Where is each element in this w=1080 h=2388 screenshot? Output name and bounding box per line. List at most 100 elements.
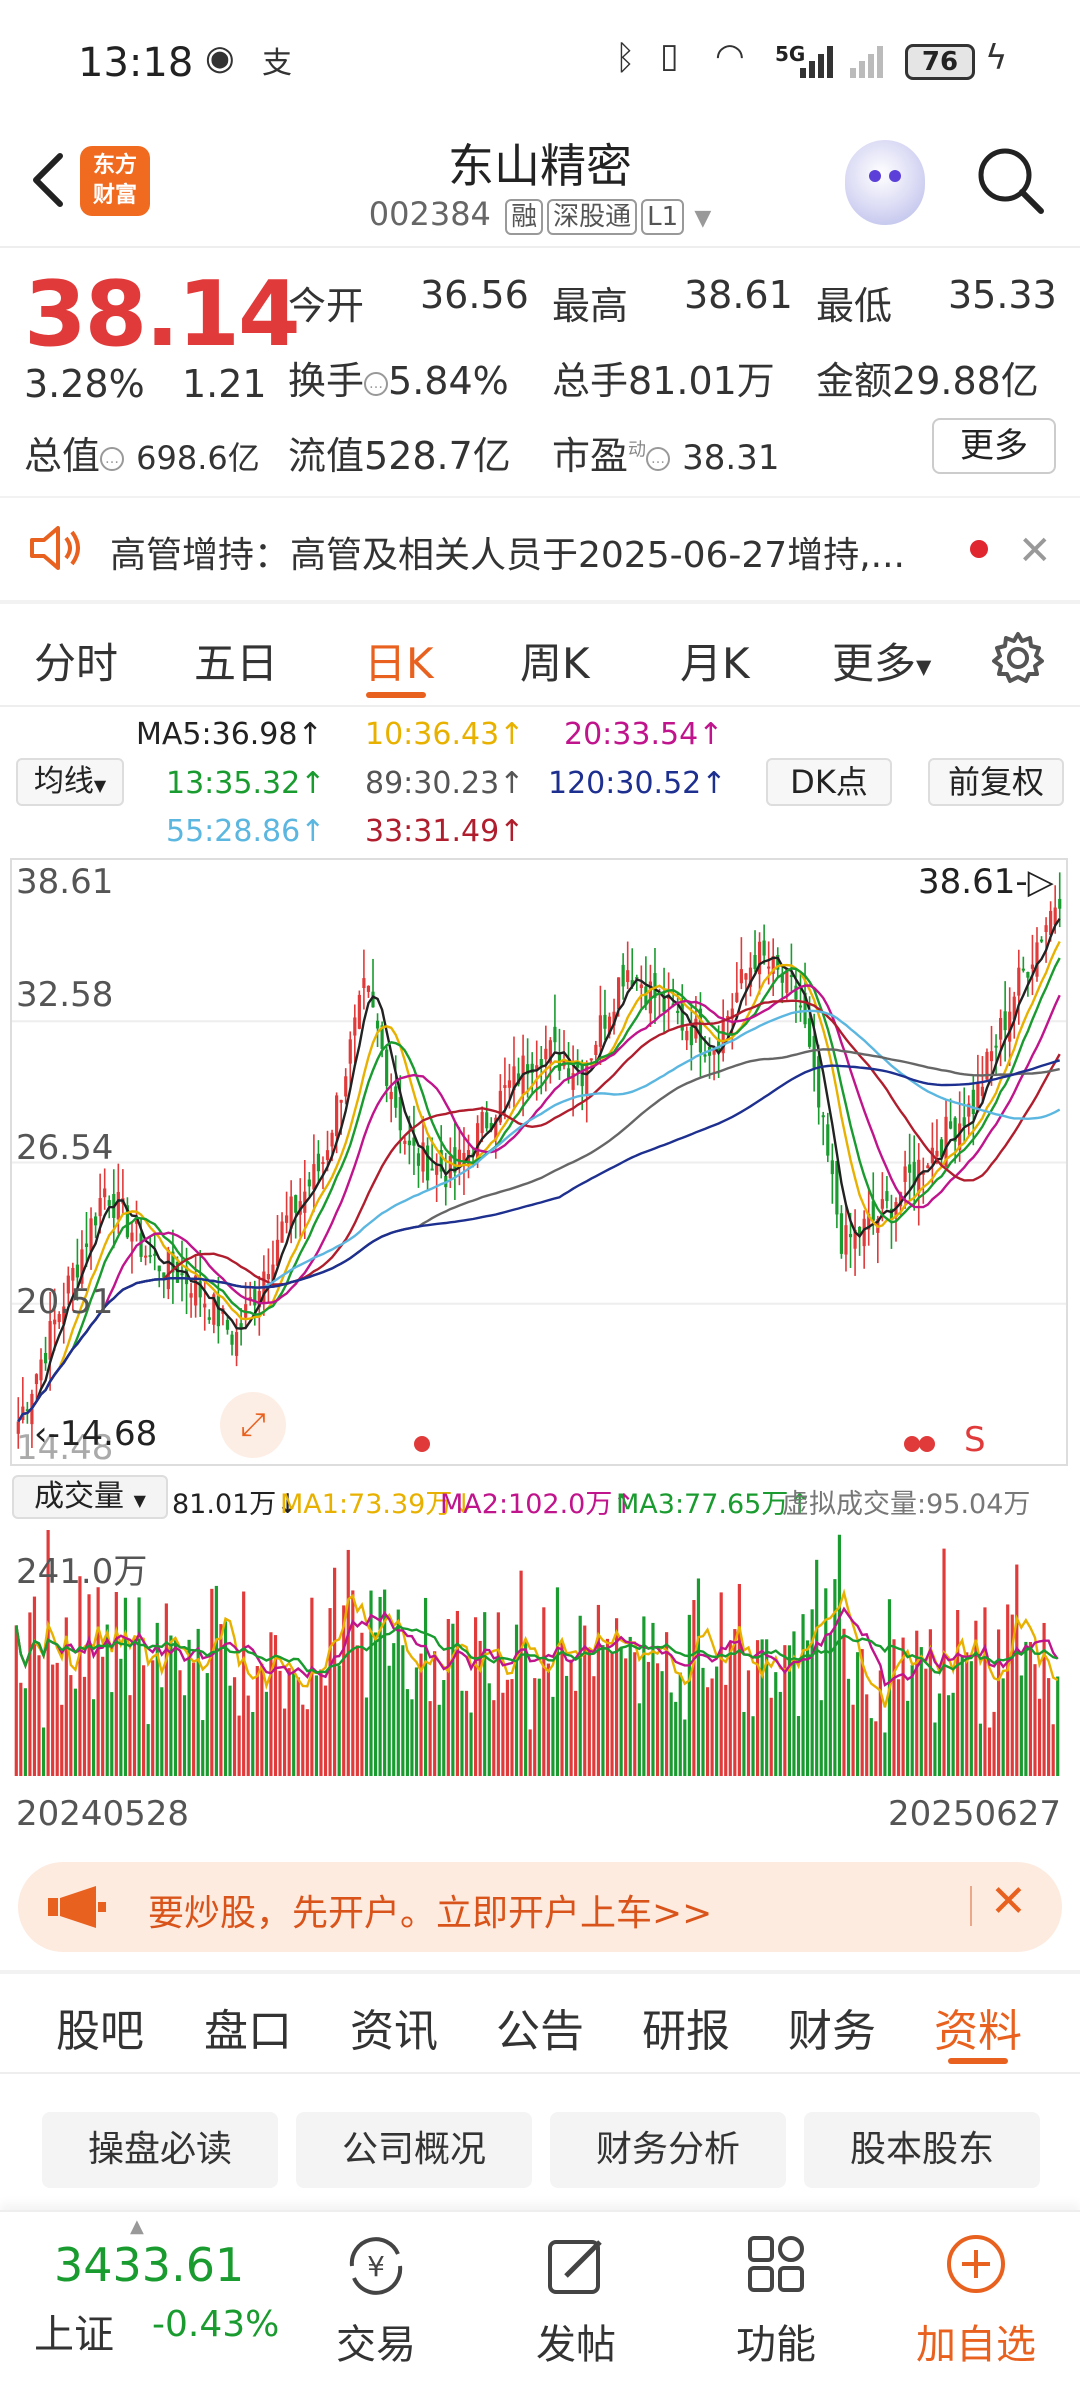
- functions-button[interactable]: 功能: [706, 2212, 846, 2388]
- volume-ma-line: [15, 1624, 1059, 1675]
- vibrate-icon: ▯: [660, 36, 679, 76]
- index-ticker[interactable]: ▲ 3433.61 上证 -0.43%: [0, 2212, 290, 2388]
- tab-intraday[interactable]: 分时: [34, 630, 118, 691]
- amount-row: 金额29.88亿: [816, 350, 1039, 405]
- candle: [98, 1197, 102, 1217]
- alipay-icon: 支: [262, 46, 292, 81]
- volume-bar: [792, 1631, 796, 1776]
- info-icon[interactable]: …: [100, 446, 125, 471]
- candle: [107, 1200, 111, 1206]
- signal-dot: [414, 1436, 430, 1452]
- volume-bar: [564, 1675, 569, 1776]
- volume-selector-label: 成交量: [34, 1479, 125, 1514]
- candle: [71, 1267, 75, 1281]
- pill-trading-guide[interactable]: 操盘必读: [42, 2112, 278, 2188]
- volume-bar: [751, 1716, 755, 1776]
- volume-bar: [760, 1639, 764, 1776]
- info-icon[interactable]: …: [646, 446, 671, 471]
- tab-forum[interactable]: 股吧: [56, 1995, 144, 2059]
- mktcap-value: 698.6亿: [136, 439, 260, 477]
- volume-bar: [1042, 1622, 1046, 1776]
- dk-points-button[interactable]: DK点: [766, 758, 892, 806]
- forward-adjust-button[interactable]: 前复权: [928, 758, 1064, 806]
- tab-research[interactable]: 研报: [642, 1995, 730, 2059]
- volume-bar: [524, 1639, 528, 1776]
- volume-bar: [119, 1658, 123, 1776]
- post-button[interactable]: 发帖: [506, 2212, 646, 2388]
- volume-bar: [328, 1608, 332, 1776]
- tab-orderbook[interactable]: 盘口: [204, 1995, 292, 2059]
- candle: [553, 1026, 557, 1043]
- volume-bar: [73, 1688, 77, 1776]
- add-watchlist-button[interactable]: 加自选: [906, 2212, 1046, 2388]
- dropdown-triangle-icon[interactable]: ▼: [694, 206, 711, 231]
- caret-down-icon: ▼: [916, 654, 932, 679]
- volume-bar: [423, 1597, 428, 1776]
- volume-bar: [337, 1665, 341, 1776]
- end-date: 20250627: [888, 1794, 1062, 1834]
- volume-bar: [242, 1591, 246, 1776]
- info-icon[interactable]: …: [364, 371, 389, 396]
- volume-bar: [692, 1600, 696, 1776]
- close-banner-icon[interactable]: ✕: [990, 1876, 1027, 1927]
- pill-shareholders[interactable]: 股本股东: [804, 2112, 1040, 2188]
- volume-bar: [856, 1652, 860, 1776]
- trade-button[interactable]: ¥ 交易: [306, 2212, 446, 2388]
- kline-chart[interactable]: [10, 858, 1068, 1466]
- open-account-banner[interactable]: 要炒股，先开户。立即开户上车>> ✕: [18, 1862, 1062, 1952]
- tab-daily-k[interactable]: 日K: [364, 630, 434, 691]
- volume-bar: [283, 1708, 287, 1776]
- tab-more[interactable]: 更多▼: [832, 630, 931, 691]
- notice-bar[interactable]: 高管增持：高管及相关人员于2025-06-27增持,... ✕: [0, 498, 1080, 600]
- volume-bar: [123, 1597, 128, 1776]
- volume-bar: [255, 1666, 259, 1776]
- banner-divider: [970, 1886, 972, 1926]
- volume-bar: [883, 1732, 887, 1776]
- tab-weekly-k[interactable]: 周K: [520, 630, 590, 691]
- volume-bar: [537, 1678, 541, 1776]
- pill-financial-analysis[interactable]: 财务分析: [550, 2112, 786, 2188]
- volume-bar: [128, 1695, 132, 1776]
- pill-company-overview[interactable]: 公司概况: [296, 2112, 532, 2188]
- candle: [362, 978, 366, 989]
- ma5-value: MA5:36.98↑: [136, 717, 323, 752]
- volume-bar: [796, 1716, 801, 1776]
- tab-news[interactable]: 资讯: [350, 1995, 438, 2059]
- close-notice-icon[interactable]: ✕: [1018, 528, 1052, 574]
- ma-line: [17, 1009, 1061, 1423]
- volume-bar: [151, 1660, 155, 1776]
- tab-announcements[interactable]: 公告: [496, 1995, 584, 2059]
- tab-five-day[interactable]: 五日: [194, 630, 278, 691]
- grid-functions-icon: [746, 2234, 806, 2298]
- volume-bar: [182, 1695, 187, 1776]
- open-value: 36.56: [420, 273, 529, 317]
- more-quote-button[interactable]: 更多: [932, 418, 1056, 474]
- ma-selector[interactable]: 均线▼: [16, 758, 124, 806]
- volume-selector[interactable]: 成交量 ▼: [12, 1475, 168, 1519]
- tab-financials[interactable]: 财务: [788, 1995, 876, 2059]
- volume-bar: [587, 1649, 591, 1776]
- volume-bar: [410, 1699, 414, 1776]
- assistant-robot-icon[interactable]: [845, 140, 925, 225]
- svg-text:¥: ¥: [367, 2250, 385, 2283]
- volume-bar: [237, 1715, 241, 1776]
- volume-bar: [483, 1612, 487, 1776]
- volume-bar: [592, 1676, 596, 1776]
- expand-chart-icon[interactable]: ⤢: [220, 1392, 286, 1458]
- bottom-toolbar: ▲ 3433.61 上证 -0.43% ¥ 交易 发帖 功能 加自选: [0, 2210, 1080, 2388]
- ma89-value: 89:30.23↑: [365, 766, 525, 801]
- volume-bar: [633, 1652, 637, 1776]
- settings-gear-icon[interactable]: [990, 630, 1046, 690]
- volume-bar: [546, 1663, 550, 1776]
- volume-bar: [510, 1679, 514, 1776]
- tab-monthly-k[interactable]: 月K: [680, 630, 750, 691]
- volume-svg: [14, 1530, 1060, 1776]
- volume-bar: [874, 1721, 878, 1776]
- volume-chart[interactable]: [10, 1520, 1068, 1782]
- tab-profile[interactable]: 资料: [934, 1995, 1022, 2059]
- volume-bar: [251, 1711, 255, 1776]
- search-icon[interactable]: [975, 145, 1045, 215]
- volume-bar: [260, 1663, 264, 1776]
- tab-more-label: 更多: [832, 639, 917, 688]
- volume-bar: [14, 1625, 18, 1776]
